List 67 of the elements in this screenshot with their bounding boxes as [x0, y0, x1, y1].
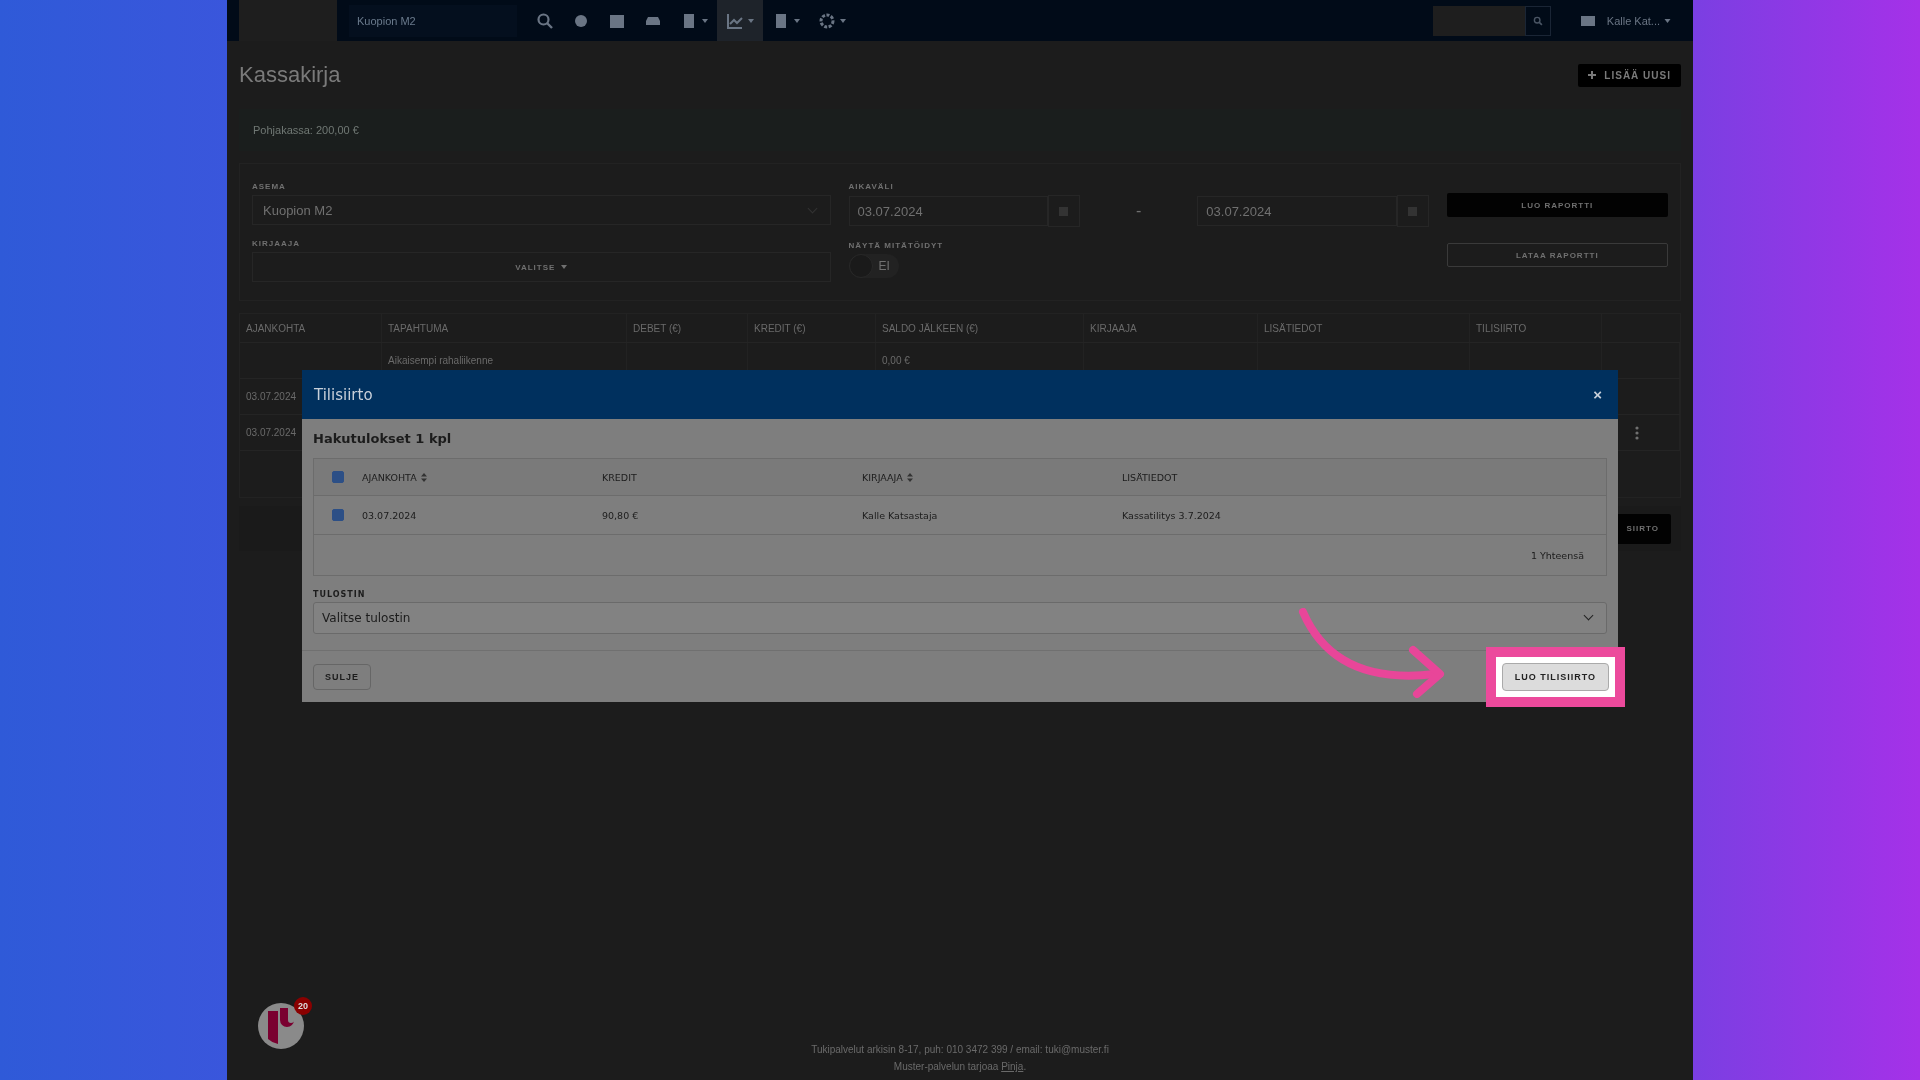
- clerk-select[interactable]: VALITSE: [252, 252, 831, 282]
- page-title: Kassakirja: [239, 62, 341, 88]
- station-select[interactable]: Kuopion M2: [349, 4, 517, 37]
- create-transfer-button[interactable]: LUO TILISIIRTO: [1501, 662, 1609, 691]
- column-header: KREDIT: [602, 471, 637, 483]
- total-count: 1 Yhteensä: [1530, 549, 1584, 561]
- field-label: NÄYTÄ MITÄTÖIDYT: [848, 241, 945, 250]
- column-header: KREDIT (€): [748, 314, 876, 342]
- column-header: LISÄTIEDOT: [1122, 471, 1178, 483]
- field-label: ASEMA: [252, 182, 287, 191]
- table-cell: 03.07.2024: [362, 509, 417, 521]
- search-field[interactable]: [1432, 5, 1525, 36]
- caret-icon: [561, 265, 568, 269]
- column-header[interactable]: AJANKOHTA: [362, 471, 417, 483]
- user-menu[interactable]: Kalle Kat...: [1606, 14, 1671, 27]
- cash-float-text: Pohjakassa: 200,00 €: [253, 124, 359, 136]
- notification-badge: 20: [294, 997, 312, 1015]
- caret-icon: [748, 18, 754, 23]
- search-icon: [536, 11, 554, 30]
- column-header: AJANKOHTA: [240, 314, 382, 342]
- search-button[interactable]: [1524, 5, 1551, 36]
- create-report-button[interactable]: LUO RAPORTTI: [1446, 193, 1668, 217]
- sort-icon[interactable]: [420, 472, 427, 482]
- column-header: SALDO JÄLKEEN (€): [876, 314, 1084, 342]
- provider-text: Muster-palvelun tarjoaa Pinja.: [893, 1060, 1027, 1074]
- caret-icon: [702, 18, 708, 23]
- search-icon: [1532, 15, 1543, 26]
- checkbox[interactable]: [332, 471, 344, 483]
- download-report-button[interactable]: LATAA RAPORTTI: [1446, 243, 1668, 267]
- date-field[interactable]: 03.07.2024: [848, 196, 1048, 226]
- date-field[interactable]: 03.07.2024: [1197, 196, 1397, 226]
- caret-icon: [840, 18, 846, 23]
- table-cell: Aikaisempi rahaliikenne: [388, 355, 494, 366]
- close-button[interactable]: ×: [1589, 386, 1606, 403]
- caret-icon: [794, 18, 800, 23]
- checkbox[interactable]: [332, 509, 344, 521]
- table-cell: 0,00 €: [882, 355, 910, 366]
- field-label: AIKAVÄLI: [848, 182, 895, 191]
- field-label: TULOSTIN: [313, 590, 367, 599]
- dialog-title: Tilisiirto: [314, 385, 373, 404]
- printer-select[interactable]: Valitse tulostin: [313, 602, 1607, 634]
- field-label: KIRJAAJA: [252, 239, 301, 248]
- support-text: Tukipalvelut arkisin 8-17, puh: 010 3472 399 / email: tuki@muster.fi: [811, 1043, 1109, 1057]
- more-icon[interactable]: [1635, 425, 1639, 440]
- column-header: TILISIIRTO: [1470, 314, 1602, 342]
- nav-item[interactable]: [717, 0, 763, 41]
- plus-icon: [1588, 71, 1597, 79]
- table-cell: 03.07.2024: [246, 427, 297, 438]
- table-cell: 90,80 €: [602, 509, 639, 521]
- column-header: KIRJAAJA: [1084, 314, 1258, 342]
- results-heading: Hakutulokset 1 kpl: [313, 431, 453, 446]
- caret-icon: [1664, 18, 1671, 23]
- table-cell: Kassatilitys 3.7.2024: [1122, 509, 1221, 521]
- column-header[interactable]: KIRJAAJA: [862, 471, 903, 483]
- column-header: LISÄTIEDOT: [1258, 314, 1470, 342]
- station-select[interactable]: Kuopion M2: [252, 195, 831, 225]
- add-new-button[interactable]: LISÄÄ UUSI: [1578, 63, 1681, 87]
- chat-launcher[interactable]: 20: [258, 997, 312, 1049]
- sort-icon[interactable]: [906, 472, 913, 482]
- column-header: DEBET (€): [627, 314, 748, 342]
- table-cell: Kalle Katsastaja: [862, 509, 938, 521]
- range-separator: -: [1134, 202, 1143, 220]
- close-dialog-button[interactable]: SULJE: [313, 663, 371, 690]
- table-cell: 03.07.2024: [246, 391, 297, 402]
- chart-icon: [726, 11, 744, 30]
- toggle-switch[interactable]: EI: [848, 254, 899, 278]
- column-header: TAPAHTUMA: [382, 314, 627, 342]
